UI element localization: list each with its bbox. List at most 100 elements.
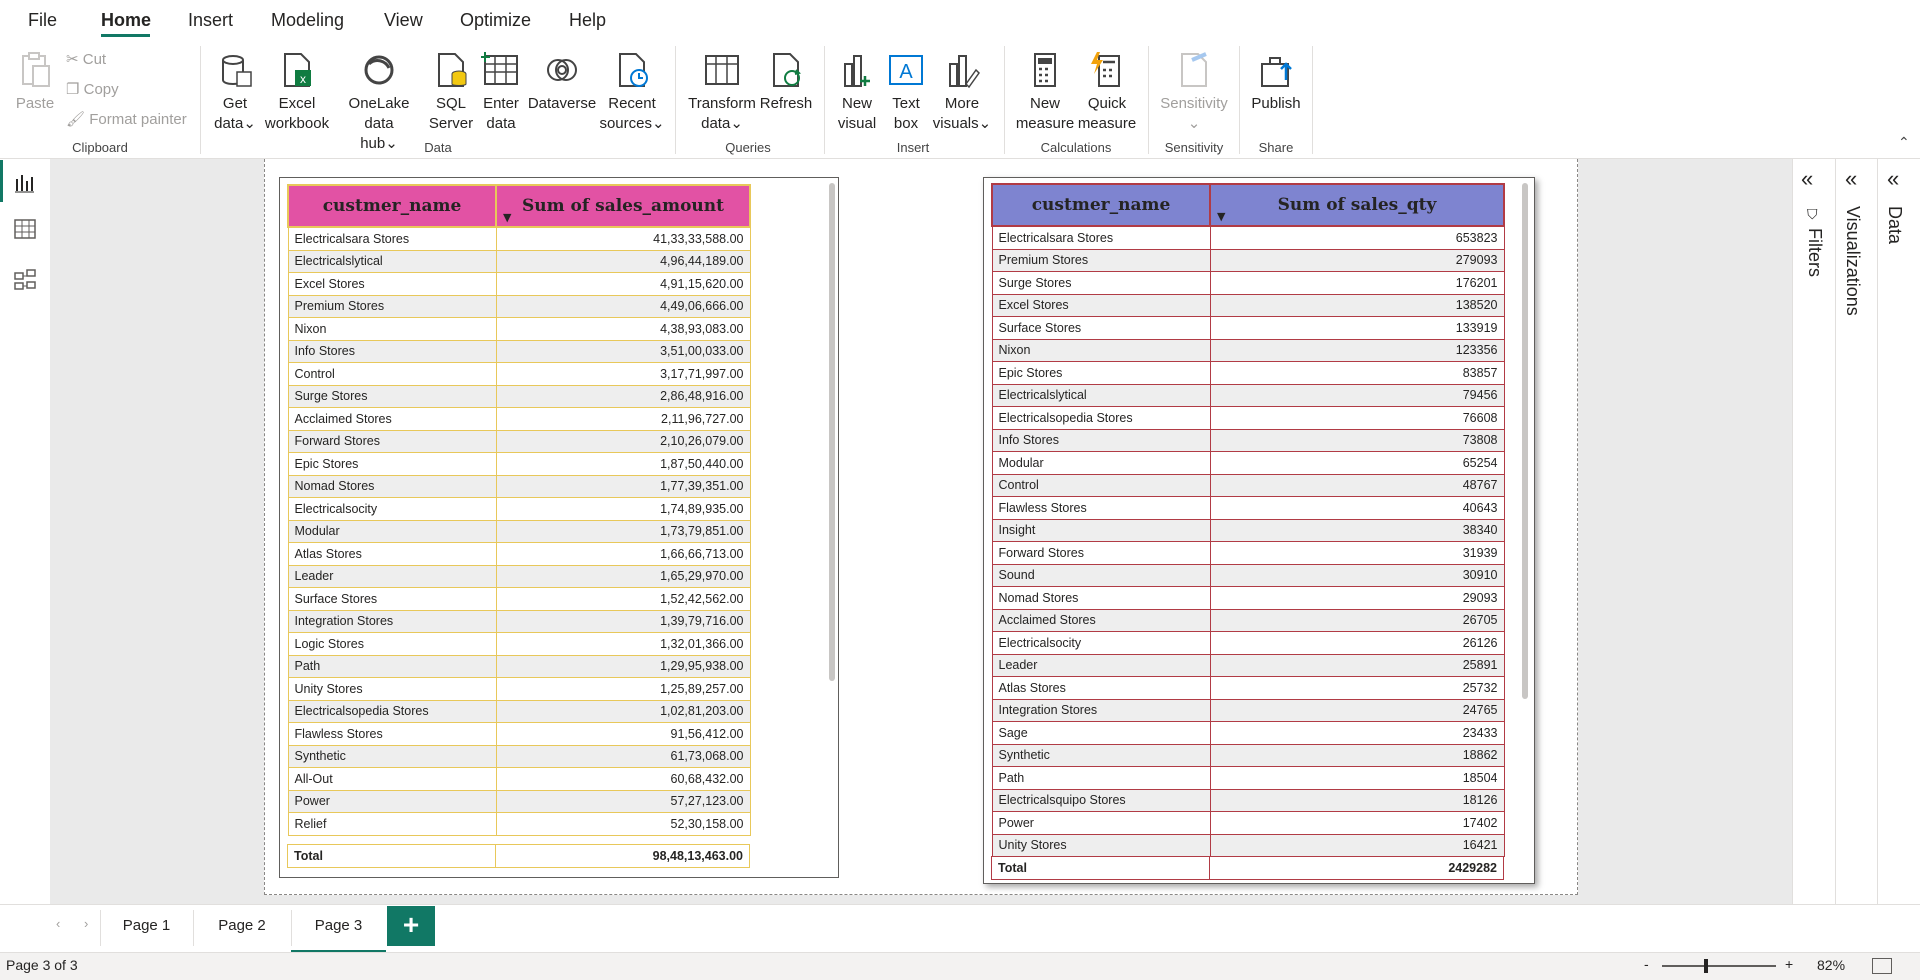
table-row[interactable]: Electricalsopedia Stores 1,02,81,203.00 bbox=[287, 699, 751, 723]
table-row[interactable]: Info Stores 3,51,00,033.00 bbox=[287, 339, 751, 363]
transform-data-button[interactable]: Transform data⌄ bbox=[686, 50, 758, 134]
table-visual-sales-qty[interactable]: custmer_name Sum of sales_qty ▼ Electrica… bbox=[983, 177, 1535, 884]
table-row[interactable]: Modular 65254 bbox=[991, 451, 1505, 475]
table-row[interactable]: Sound 30910 bbox=[991, 563, 1505, 587]
copy-button[interactable]: ❐ Copy bbox=[66, 80, 119, 98]
filters-pane-title[interactable]: Filters bbox=[1804, 228, 1825, 277]
paste-button[interactable]: Paste bbox=[14, 50, 56, 114]
quick-measure-button[interactable]: Quick measure bbox=[1076, 50, 1138, 134]
table-row[interactable]: Electricalsara Stores 41,33,33,588.00 bbox=[287, 226, 751, 251]
table-row[interactable]: Premium Stores 4,49,06,666.00 bbox=[287, 294, 751, 318]
table-row[interactable]: Unity Stores 16421 bbox=[991, 833, 1505, 857]
table-row[interactable]: Atlas Stores 25732 bbox=[991, 676, 1505, 700]
table-row[interactable]: Nomad Stores 29093 bbox=[991, 586, 1505, 610]
expand-filters-icon[interactable]: « bbox=[1801, 166, 1813, 192]
sql-server-button[interactable]: SQL Server bbox=[428, 50, 474, 134]
tab-scroll-left-icon[interactable]: ‹ bbox=[56, 916, 60, 931]
publish-button[interactable]: Publish bbox=[1248, 50, 1304, 114]
new-measure-button[interactable]: New measure bbox=[1014, 50, 1076, 134]
sensitivity-button[interactable]: Sensitivity ⌄ bbox=[1156, 50, 1232, 134]
new-visual-button[interactable]: New visual bbox=[833, 50, 881, 134]
menu-modeling[interactable]: Modeling bbox=[271, 10, 344, 31]
get-data-button[interactable]: Get data⌄ bbox=[210, 50, 260, 134]
table-row[interactable]: Surface Stores 1,52,42,562.00 bbox=[287, 587, 751, 611]
table-row[interactable]: Nixon 4,38,93,083.00 bbox=[287, 317, 751, 341]
dataverse-button[interactable]: Dataverse bbox=[527, 50, 597, 114]
vertical-scrollbar[interactable] bbox=[829, 183, 835, 681]
menu-insert[interactable]: Insert bbox=[188, 10, 233, 31]
table-row[interactable]: Sage 23433 bbox=[991, 721, 1505, 745]
cut-button[interactable]: ✂ Cut bbox=[66, 50, 106, 68]
table-row[interactable]: Leader 1,65,29,970.00 bbox=[287, 564, 751, 588]
table-row[interactable]: Logic Stores 1,32,01,366.00 bbox=[287, 632, 751, 656]
excel-workbook-button[interactable]: x Excel workbook bbox=[262, 50, 332, 134]
onelake-data-hub-button[interactable]: OneLake data hub⌄ bbox=[333, 50, 425, 154]
table-row[interactable]: Acclaimed Stores 2,11,96,727.00 bbox=[287, 407, 751, 431]
format-painter-button[interactable]: 🖌 Format painter bbox=[66, 110, 187, 128]
table-row[interactable]: Excel Stores 138520 bbox=[991, 293, 1505, 317]
menu-view[interactable]: View bbox=[384, 10, 423, 31]
table-row[interactable]: Control 48767 bbox=[991, 473, 1505, 497]
report-view-icon[interactable] bbox=[14, 173, 34, 198]
more-visuals-button[interactable]: More visuals⌄ bbox=[932, 50, 992, 134]
table-row[interactable]: Flawless Stores 40643 bbox=[991, 496, 1505, 520]
visualizations-pane-title[interactable]: Visualizations bbox=[1842, 206, 1863, 316]
table-row[interactable]: Synthetic 61,73,068.00 bbox=[287, 744, 751, 768]
add-page-button[interactable]: + bbox=[387, 906, 435, 946]
column-header-sales-amount[interactable]: Sum of sales_amount ▼ bbox=[495, 184, 751, 228]
table-row[interactable]: Insight 38340 bbox=[991, 518, 1505, 542]
table-row[interactable]: Flawless Stores 91,56,412.00 bbox=[287, 722, 751, 746]
menu-help[interactable]: Help bbox=[569, 10, 606, 31]
table-row[interactable]: Nixon 123356 bbox=[991, 338, 1505, 362]
table-row[interactable]: Atlas Stores 1,66,66,713.00 bbox=[287, 542, 751, 566]
menu-optimize[interactable]: Optimize bbox=[460, 10, 531, 31]
column-header-customer[interactable]: custmer_name bbox=[991, 183, 1211, 227]
table-row[interactable]: Electricalslytical 4,96,44,189.00 bbox=[287, 249, 751, 273]
zoom-slider-thumb[interactable] bbox=[1704, 959, 1708, 973]
expand-visualizations-icon[interactable]: « bbox=[1845, 166, 1857, 192]
table-row[interactable]: Acclaimed Stores 26705 bbox=[991, 608, 1505, 632]
table-row[interactable]: Excel Stores 4,91,15,620.00 bbox=[287, 272, 751, 296]
table-row[interactable]: Electricalsocity 26126 bbox=[991, 631, 1505, 655]
column-header-customer[interactable]: custmer_name bbox=[287, 184, 497, 228]
menu-file[interactable]: File bbox=[28, 10, 57, 31]
table-row[interactable]: Epic Stores 1,87,50,440.00 bbox=[287, 452, 751, 476]
table-row[interactable]: Relief 52,30,158.00 bbox=[287, 812, 751, 836]
table-row[interactable]: Surge Stores 2,86,48,916.00 bbox=[287, 384, 751, 408]
zoom-slider[interactable] bbox=[1662, 965, 1776, 967]
table-row[interactable]: Integration Stores 24765 bbox=[991, 698, 1505, 722]
data-pane-title[interactable]: Data bbox=[1884, 206, 1905, 244]
table-row[interactable]: Power 17402 bbox=[991, 811, 1505, 835]
table-row[interactable]: Path 18504 bbox=[991, 766, 1505, 790]
table-row[interactable]: Power 57,27,123.00 bbox=[287, 789, 751, 813]
table-row[interactable]: Premium Stores 279093 bbox=[991, 248, 1505, 272]
table-row[interactable]: Leader 25891 bbox=[991, 653, 1505, 677]
table-view-icon[interactable] bbox=[14, 219, 36, 244]
table-row[interactable]: Synthetic 18862 bbox=[991, 743, 1505, 767]
expand-data-icon[interactable]: « bbox=[1887, 166, 1899, 192]
fit-to-page-icon[interactable] bbox=[1872, 958, 1892, 974]
table-row[interactable]: Control 3,17,71,997.00 bbox=[287, 362, 751, 386]
table-visual-sales-amount[interactable]: custmer_name Sum of sales_amount ▼ Electr… bbox=[279, 177, 839, 878]
zoom-level[interactable]: 82% bbox=[1817, 957, 1845, 973]
table-row[interactable]: Surge Stores 176201 bbox=[991, 271, 1505, 295]
table-row[interactable]: Unity Stores 1,25,89,257.00 bbox=[287, 677, 751, 701]
table-row[interactable]: Electricalslytical 79456 bbox=[991, 383, 1505, 407]
enter-data-button[interactable]: Enter data bbox=[477, 50, 525, 134]
model-view-icon[interactable] bbox=[14, 269, 36, 296]
table-row[interactable]: Forward Stores 2,10,26,079.00 bbox=[287, 429, 751, 453]
table-row[interactable]: Nomad Stores 1,77,39,351.00 bbox=[287, 474, 751, 498]
vertical-scrollbar[interactable] bbox=[1522, 183, 1528, 699]
table-row[interactable]: Electricalsocity 1,74,89,935.00 bbox=[287, 497, 751, 521]
table-row[interactable]: Electricalsara Stores 653823 bbox=[991, 225, 1505, 250]
tab-page-1[interactable]: Page 1 bbox=[100, 906, 193, 950]
table-row[interactable]: Info Stores 73808 bbox=[991, 428, 1505, 452]
table-row[interactable]: Electricalsopedia Stores 76608 bbox=[991, 406, 1505, 430]
table-row[interactable]: Path 1,29,95,938.00 bbox=[287, 654, 751, 678]
refresh-button[interactable]: Refresh bbox=[758, 50, 814, 114]
zoom-in-button[interactable]: + bbox=[1785, 956, 1793, 972]
recent-sources-button[interactable]: Recent sources⌄ bbox=[598, 50, 666, 134]
table-row[interactable]: Electricalsquipo Stores 18126 bbox=[991, 788, 1505, 812]
column-header-sales-qty[interactable]: Sum of sales_qty ▼ bbox=[1209, 183, 1505, 227]
collapse-ribbon-icon[interactable]: ⌃ bbox=[1898, 134, 1910, 151]
